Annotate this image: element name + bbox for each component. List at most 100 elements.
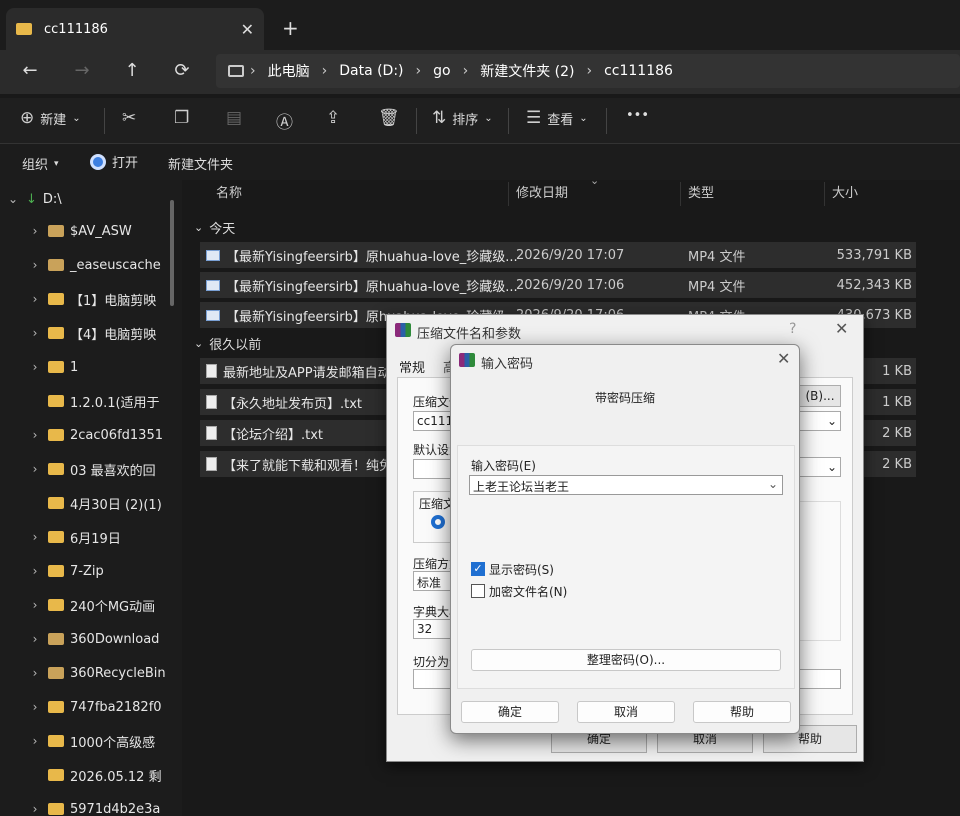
sidebar-item[interactable]: › 360Download xyxy=(0,622,168,656)
cut-button[interactable]: ✂ xyxy=(122,108,136,128)
sidebar-scrollbar[interactable] xyxy=(170,200,174,306)
profiles-field[interactable] xyxy=(413,459,453,479)
help-icon[interactable]: ? xyxy=(789,321,796,337)
forward-button[interactable]: → xyxy=(70,60,94,81)
delete-button[interactable]: 🗑 xyxy=(378,108,400,128)
breadcrumb-cc111186[interactable]: cc111186 xyxy=(592,63,685,79)
show-password-label[interactable]: 显示密码(S) xyxy=(489,561,554,578)
sidebar-item[interactable]: › 【4】电脑剪映 xyxy=(0,316,168,350)
archive-name-input[interactable]: cc1111 xyxy=(413,411,453,431)
chevron-right-icon[interactable]: › xyxy=(22,428,48,442)
sidebar-item[interactable]: › 1 xyxy=(0,350,168,384)
browse-button[interactable]: (B)... xyxy=(799,385,841,407)
sidebar-item[interactable]: › 5971d4b2e3a xyxy=(0,792,168,816)
column-header-modified[interactable]: 修改日期 xyxy=(516,182,568,201)
chevron-right-icon[interactable]: › xyxy=(22,564,48,578)
chevron-right-icon[interactable]: › xyxy=(22,326,48,340)
tab-cc111186[interactable]: cc111186 ✕ xyxy=(6,8,264,50)
breadcrumb-new-folder[interactable]: 新建文件夹 (2) xyxy=(468,61,586,81)
format-radio-rar[interactable] xyxy=(431,515,445,529)
sidebar-item[interactable]: 4月30日 (2)(1) xyxy=(0,486,168,520)
up-button[interactable]: ↑ xyxy=(120,60,144,81)
new-tab-button[interactable]: + xyxy=(282,16,299,40)
update-mode-dropdown-icon[interactable]: ⌄ xyxy=(799,457,841,477)
group-header-today[interactable]: ⌄ 今天 xyxy=(194,218,235,237)
sidebar-item[interactable]: 1.2.0.1(适用于 xyxy=(0,384,168,418)
sort-button[interactable]: ⇅ 排序 ⌄ xyxy=(432,108,493,128)
chevron-right-icon[interactable]: › xyxy=(22,360,48,374)
chevron-right-icon[interactable]: › xyxy=(22,292,48,306)
rename-button[interactable]: Ⓐ xyxy=(276,108,293,133)
sidebar-item[interactable]: › 747fba2182f0 xyxy=(0,690,168,724)
tab-general[interactable]: 常规 xyxy=(399,357,425,376)
set-password-button[interactable] xyxy=(799,669,841,689)
column-header-name[interactable]: 名称 xyxy=(216,182,242,201)
breadcrumb-this-pc[interactable]: 此电脑 xyxy=(256,61,322,81)
close-icon[interactable]: ✕ xyxy=(777,349,790,368)
sidebar-item[interactable]: › 1000个高级感 xyxy=(0,724,168,758)
group-header-long-ago[interactable]: ⌄ 很久以前 xyxy=(194,334,261,353)
new-button[interactable]: ⊕ 新建 ⌄ xyxy=(20,108,81,128)
file-row[interactable]: 【最新Yisingfeersirb】原huahua-love_珍藏级...202… xyxy=(200,272,916,298)
organize-button[interactable]: 组织 ▾ xyxy=(22,154,59,173)
organize-passwords-button[interactable]: 整理密码(O)... xyxy=(471,649,781,671)
chevron-right-icon[interactable]: › xyxy=(22,700,48,714)
refresh-button[interactable]: ⟳ xyxy=(170,60,194,81)
group-label: 今天 xyxy=(209,222,236,237)
open-button[interactable]: 打开 xyxy=(90,152,138,171)
column-divider[interactable] xyxy=(508,182,509,206)
close-tab-icon[interactable]: ✕ xyxy=(241,20,254,39)
sidebar-item[interactable]: › $AV_ASW xyxy=(0,214,168,248)
chevron-right-icon[interactable]: › xyxy=(22,632,48,646)
sidebar-item-label: 5971d4b2e3a xyxy=(70,801,161,816)
chevron-right-icon[interactable]: › xyxy=(22,666,48,680)
ok-button[interactable]: 确定 xyxy=(461,701,559,723)
encrypt-filenames-label[interactable]: 加密文件名(N) xyxy=(489,583,567,600)
breadcrumb-go[interactable]: go xyxy=(421,63,462,79)
chevron-right-icon[interactable]: › xyxy=(22,258,48,272)
archive-name-dropdown-icon[interactable]: ⌄ xyxy=(799,411,841,431)
sidebar-item-drive-d[interactable]: ⌄ ↓ D:\ xyxy=(0,182,168,216)
sidebar-item[interactable]: 2026.05.12 剩 xyxy=(0,758,168,792)
column-divider[interactable] xyxy=(824,182,825,206)
new-folder-button[interactable]: 新建文件夹 xyxy=(168,154,233,173)
method-select[interactable]: 标准 xyxy=(413,571,453,591)
sidebar-item[interactable]: › 6月19日 xyxy=(0,520,168,554)
sidebar-item[interactable]: › _easeuscache xyxy=(0,248,168,282)
chevron-right-icon[interactable]: › xyxy=(22,598,48,612)
copy-button[interactable]: ❐ xyxy=(174,108,189,128)
dict-select[interactable]: 32 xyxy=(413,619,453,639)
chevron-right-icon[interactable]: › xyxy=(22,734,48,748)
show-password-checkbox[interactable]: ✓ xyxy=(471,562,485,576)
chevron-down-icon[interactable]: ⌄ xyxy=(0,192,26,206)
cancel-button[interactable]: 取消 xyxy=(577,701,675,723)
file-row[interactable]: 【最新Yisingfeersirb】原huahua-love_珍藏级...202… xyxy=(200,242,916,268)
back-button[interactable]: ← xyxy=(18,60,42,81)
breadcrumb[interactable]: › 此电脑 › Data (D:) › go › 新建文件夹 (2) › cc1… xyxy=(216,54,960,88)
help-button[interactable]: 帮助 xyxy=(693,701,791,723)
encrypt-filenames-checkbox[interactable] xyxy=(471,584,485,598)
column-header-type[interactable]: 类型 xyxy=(688,182,714,201)
more-button[interactable]: ••• xyxy=(626,108,649,123)
sidebar-item[interactable]: › 360RecycleBin xyxy=(0,656,168,690)
chevron-down-icon[interactable]: ⌄ xyxy=(768,477,778,491)
password-input[interactable]: 上老王论坛当老王 ⌄ xyxy=(469,475,783,495)
chevron-right-icon[interactable]: › xyxy=(22,224,48,238)
chevron-right-icon[interactable]: › xyxy=(22,530,48,544)
chevron-right-icon[interactable]: › xyxy=(22,462,48,476)
chevron-right-icon[interactable]: › xyxy=(22,802,48,816)
share-button[interactable]: ⇪ xyxy=(326,108,340,128)
sidebar-item[interactable]: › 7-Zip xyxy=(0,554,168,588)
column-divider[interactable] xyxy=(680,182,681,206)
sidebar-item[interactable]: › 2cac06fd1351 xyxy=(0,418,168,452)
folder-icon xyxy=(48,429,64,441)
column-header-size[interactable]: 大小 xyxy=(832,182,858,201)
sidebar-item[interactable]: › 240个MG动画 xyxy=(0,588,168,622)
sidebar-item[interactable]: › 【1】电脑剪映 xyxy=(0,282,168,316)
paste-button[interactable]: ▤ xyxy=(226,108,242,128)
breadcrumb-data-d[interactable]: Data (D:) xyxy=(327,63,415,79)
close-icon[interactable]: ✕ xyxy=(835,319,848,338)
view-button[interactable]: ☰ 查看 ⌄ xyxy=(526,108,588,128)
sidebar-item[interactable]: › 03 最喜欢的回 xyxy=(0,452,168,486)
split-input[interactable] xyxy=(413,669,453,689)
